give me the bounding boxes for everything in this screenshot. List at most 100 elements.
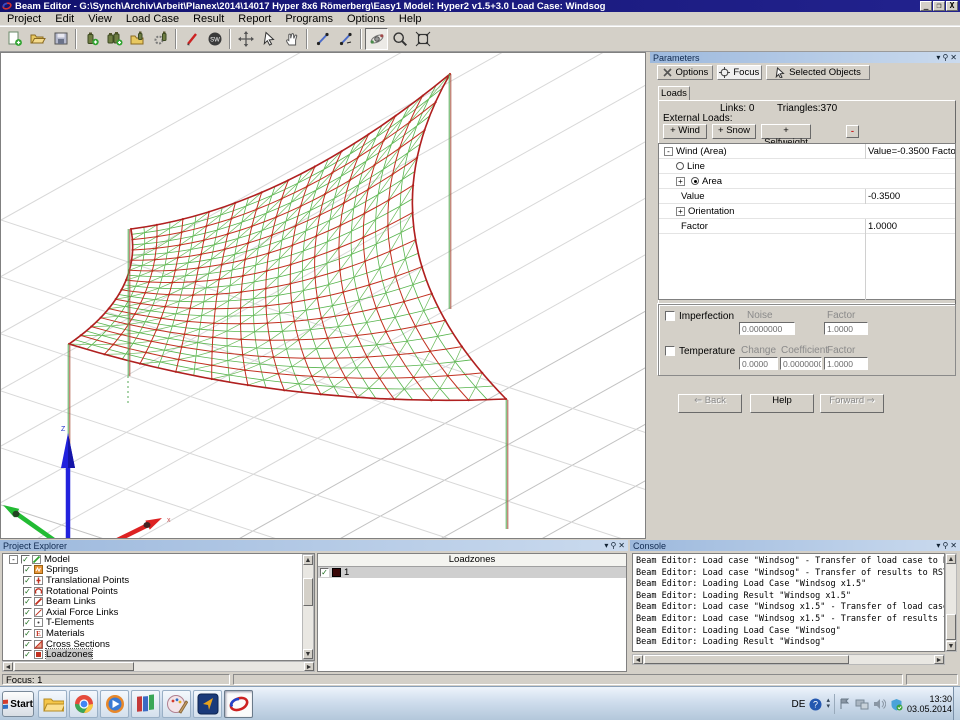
flag-tray-icon[interactable] <box>839 698 851 710</box>
chevron-down-icon[interactable]: ▾ <box>936 541 940 550</box>
taskbar-app-chrome[interactable] <box>69 690 98 718</box>
taskbar-app-media-player[interactable] <box>100 690 129 718</box>
temperature-checkbox[interactable] <box>665 346 675 356</box>
pin-icon[interactable]: ⚲ <box>610 541 616 550</box>
toolbar-button-select-cursor[interactable] <box>257 28 280 50</box>
tree-item-model[interactable]: -✓Model <box>3 554 314 565</box>
menu-edit[interactable]: Edit <box>48 12 81 26</box>
safety-tray-icon[interactable] <box>890 698 903 711</box>
menu-load-case[interactable]: Load Case <box>119 12 186 26</box>
tree-checkbox[interactable]: ✓ <box>23 618 32 627</box>
load-property-grid[interactable]: -Wind (Area)Value=-0.3500 Factor=1.0000L… <box>658 143 956 300</box>
tree-checkbox[interactable]: ✓ <box>23 608 32 617</box>
tab-selected-objects[interactable]: Selected Objects <box>766 65 870 80</box>
tab-loads[interactable]: Loads <box>658 86 690 100</box>
coefficient-input[interactable]: 0.0000000 <box>780 357 822 370</box>
loadzone-row[interactable]: ✓ 1 <box>318 567 626 578</box>
toolbar-button-red-pen[interactable] <box>180 28 203 50</box>
taskbar-app-file-explorer[interactable] <box>38 690 67 718</box>
back-button[interactable]: ⇐ Back <box>678 394 742 413</box>
noise-input[interactable]: 0.0000000 <box>739 322 795 335</box>
tree-item-t-elements[interactable]: ✓T-Elements <box>3 618 314 629</box>
expand-icon[interactable]: + <box>676 207 685 216</box>
menu-report[interactable]: Report <box>231 12 278 26</box>
property-value[interactable]: Value=-0.3500 Factor=1.0000 <box>865 144 955 159</box>
loadzones-list[interactable]: Loadzones ✓ 1 <box>317 553 627 672</box>
tree-checkbox[interactable]: ✓ <box>21 555 30 564</box>
tree-checkbox[interactable]: ✓ <box>23 597 32 606</box>
toolbar-button-new-file[interactable] <box>3 28 26 50</box>
console-horizontal-scrollbar[interactable]: ◄ ► <box>632 654 945 665</box>
tree-item-beam-links[interactable]: ✓Beam Links <box>3 596 314 607</box>
tab-focus[interactable]: Focus <box>717 65 762 80</box>
taskbar-app-easy-active[interactable] <box>224 690 253 718</box>
property-row[interactable]: +Area <box>659 174 955 189</box>
toolbar-button-loadcase-add[interactable] <box>80 28 103 50</box>
property-row[interactable]: -Wind (Area)Value=-0.3500 Factor=1.0000 <box>659 144 955 159</box>
tree-checkbox[interactable]: ✓ <box>23 587 32 596</box>
toolbar-button-save[interactable] <box>49 28 72 50</box>
tree-item-springs[interactable]: ✓Springs <box>3 565 314 576</box>
tray-expand-icon[interactable]: ▴▾ <box>826 698 830 710</box>
tree-item-loadzones[interactable]: ✓Loadzones <box>3 649 314 660</box>
start-button[interactable]: Start <box>2 691 34 717</box>
property-row[interactable]: Line <box>659 159 955 174</box>
chevron-down-icon[interactable]: ▾ <box>936 53 940 62</box>
language-indicator[interactable]: DE <box>792 699 806 710</box>
property-row[interactable]: Factor1.0000 <box>659 219 955 234</box>
expand-icon[interactable]: + <box>676 177 685 186</box>
parameters-header[interactable]: Parameters ▾ ⚲ ✕ <box>650 52 960 63</box>
imperfection-factor-input[interactable]: 1.0000 <box>824 322 868 335</box>
imperfection-checkbox[interactable] <box>665 311 675 321</box>
add-snow-button[interactable]: + Snow <box>712 124 756 139</box>
collapse-icon[interactable]: - <box>9 555 18 564</box>
toolbar-button-loadcase-open[interactable] <box>126 28 149 50</box>
property-value[interactable]: -0.3500 <box>865 189 955 204</box>
volume-tray-icon[interactable] <box>873 698 886 710</box>
taskbar-app-paint[interactable] <box>162 690 191 718</box>
console-header[interactable]: Console ▾ ⚲ ✕ <box>630 540 960 551</box>
tree-checkbox[interactable]: ✓ <box>23 576 32 585</box>
project-explorer-header[interactable]: Project Explorer ▾ ⚲ ✕ <box>0 540 628 551</box>
change-input[interactable]: 0.0000 <box>739 357 778 370</box>
loadzone-checkbox[interactable]: ✓ <box>320 568 329 577</box>
close-icon[interactable]: ✕ <box>950 53 957 62</box>
close-icon[interactable]: ✕ <box>618 541 625 550</box>
menu-view[interactable]: View <box>81 12 119 26</box>
property-row[interactable]: Value-0.3500 <box>659 189 955 204</box>
network-tray-icon[interactable] <box>855 698 869 710</box>
tree-item-rotational-points[interactable]: ✓Rotational Points <box>3 586 314 597</box>
add-selfweight-button[interactable]: + Selfweight <box>761 124 811 139</box>
tree-checkbox[interactable]: ✓ <box>23 629 32 638</box>
menu-options[interactable]: Options <box>340 12 392 26</box>
tray-clock[interactable]: 13:30 03.05.2014 <box>907 694 952 714</box>
tree-vertical-scrollbar[interactable]: ▲ ▼ <box>302 554 314 660</box>
tree-checkbox[interactable]: ✓ <box>23 640 32 649</box>
menu-project[interactable]: Project <box>0 12 48 26</box>
title-bar[interactable]: Beam Editor - G:\Synch\Archiv\Arbeit\Pla… <box>0 0 960 12</box>
toolbar-button-orbit[interactable] <box>365 28 388 50</box>
add-wind-button[interactable]: + Wind <box>663 124 707 139</box>
radio-area[interactable] <box>691 177 699 185</box>
show-desktop-button[interactable] <box>953 687 960 720</box>
tree-horizontal-scrollbar[interactable]: ◄ ► <box>2 661 315 672</box>
remove-load-button[interactable]: - <box>846 125 859 138</box>
close-icon[interactable]: ✕ <box>950 541 957 550</box>
3d-viewport[interactable]: Zx <box>0 52 646 539</box>
property-value[interactable]: 1.0000 <box>865 219 955 234</box>
tree-item-materials[interactable]: ✓EMaterials <box>3 628 314 639</box>
close-button[interactable]: X <box>946 1 958 11</box>
pin-icon[interactable]: ⚲ <box>942 541 948 550</box>
toolbar-button-open-folder[interactable] <box>26 28 49 50</box>
help-tray-icon[interactable]: ? <box>809 698 822 711</box>
toolbar-button-zoom-extents[interactable] <box>411 28 434 50</box>
pin-icon[interactable]: ⚲ <box>942 53 948 62</box>
menu-programs[interactable]: Programs <box>278 12 340 26</box>
toolbar-button-loadcase-multi-add[interactable] <box>103 28 126 50</box>
toolbar-button-zoom-magnifier[interactable] <box>388 28 411 50</box>
tree-item-translational-points[interactable]: ✓Translational Points <box>3 575 314 586</box>
console-vertical-scrollbar[interactable]: ▲ ▼ <box>945 553 957 652</box>
toolbar-button-sw-circle[interactable]: SW <box>203 28 226 50</box>
model-tree[interactable]: -✓Model✓Springs✓Translational Points✓Rot… <box>2 553 315 661</box>
console-output[interactable]: Beam Editor: Load case "Windsog" - Trans… <box>632 553 945 652</box>
